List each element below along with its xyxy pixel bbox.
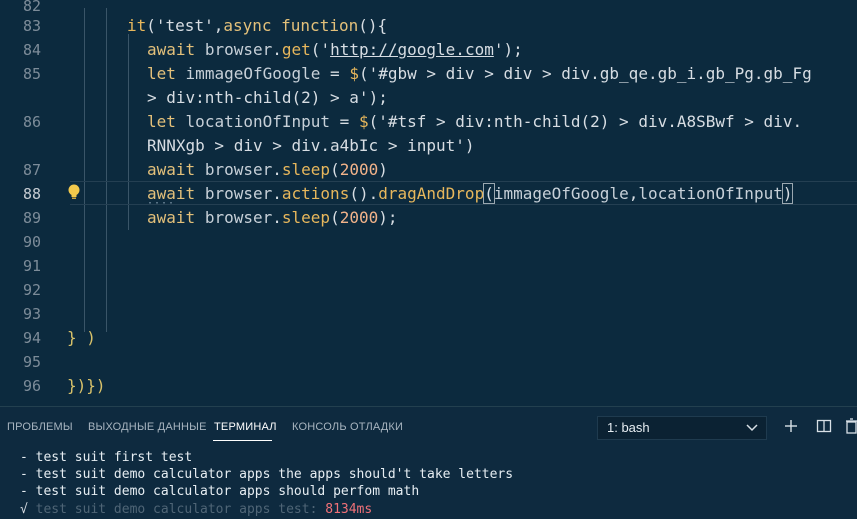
plus-icon[interactable] — [783, 418, 799, 434]
terminal-select[interactable]: 1: bash — [597, 416, 767, 440]
indent-guide — [84, 8, 85, 332]
code-text[interactable]: it('test',async function(){ — [127, 14, 387, 38]
lightbulb-icon[interactable] — [66, 183, 82, 201]
split-icon[interactable] — [816, 418, 832, 434]
line-number: 85 — [22, 65, 41, 83]
check-mark: √ — [20, 502, 28, 517]
line-number: 95 — [22, 353, 41, 371]
terminal-test-time: 8134ms — [325, 502, 373, 517]
code-editor[interactable]: 82 83 it('test',async function(){ 84 awa… — [0, 0, 857, 406]
line-number: 94 — [22, 329, 41, 347]
tab-debug-console[interactable]: КОНСОЛЬ ОТЛАДКИ — [292, 421, 403, 433]
line-number: 88 — [22, 185, 41, 203]
tab-output[interactable]: ВЫХОДНЫЕ ДАННЫЕ — [88, 421, 207, 433]
code-text[interactable]: let immageOfGoogle = $('#gbw > div > div… — [147, 62, 812, 86]
terminal-output-line: √ test suit demo calculator apps test: 8… — [20, 501, 372, 518]
code-text[interactable]: await browser.sleep(2000) — [147, 158, 388, 182]
tab-problems[interactable]: ПРОБЛЕМЫ — [7, 421, 73, 433]
code-text[interactable]: let locationOfInput = $('#tsf > div:nth-… — [147, 110, 802, 134]
line-number: 90 — [22, 233, 41, 251]
code-text[interactable]: await browser.sleep(2000); — [147, 206, 398, 230]
line-number: 93 — [22, 305, 41, 323]
code-text[interactable]: } ) — [67, 326, 96, 350]
line-number: 87 — [22, 161, 41, 179]
line-number: 96 — [22, 377, 41, 395]
bottom-panel: ПРОБЛЕМЫ ВЫХОДНЫЕ ДАННЫЕ ТЕРМИНАЛ КОНСОЛ… — [0, 406, 857, 519]
terminal-output-line: - test suit demo calculator apps should … — [20, 484, 420, 499]
terminal-select-value: 1: bash — [607, 420, 650, 435]
terminal-test-name: test suit demo calculator apps test: — [35, 502, 318, 517]
line-number: 89 — [22, 209, 41, 227]
trash-icon[interactable] — [846, 418, 857, 434]
line-number: 91 — [22, 257, 41, 275]
line-number: 84 — [22, 41, 41, 59]
line-number: 83 — [22, 17, 41, 35]
code-text[interactable]: })}) — [67, 374, 106, 398]
terminal-output-line: - test suit demo calculator apps the app… — [20, 467, 514, 482]
indent-guide — [106, 8, 107, 332]
line-number: 92 — [22, 281, 41, 299]
active-tab-indicator — [213, 440, 272, 441]
code-text[interactable]: > div:nth-child(2) > a'); — [147, 86, 388, 110]
line-number: 86 — [22, 113, 41, 131]
tab-terminal[interactable]: ТЕРМИНАЛ — [214, 421, 277, 433]
code-text[interactable]: RNNXgb > div > div.a4bIc > input') — [147, 134, 475, 158]
chevron-down-icon — [746, 424, 758, 432]
code-text[interactable]: await browser.get('http://google.com'); — [147, 38, 523, 62]
code-text[interactable]: await browser.actions().dragAndDrop(imma… — [147, 182, 794, 206]
terminal-output-line: - test suit first test — [20, 450, 193, 465]
